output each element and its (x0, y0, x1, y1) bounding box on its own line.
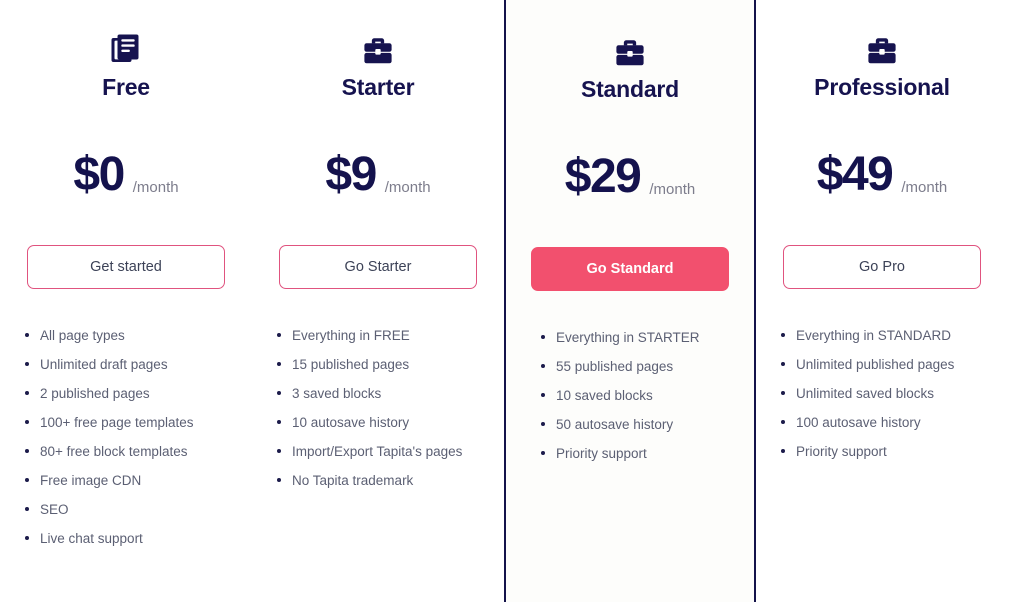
pricing-plan-starter: Starter $9/month Go Starter Everything in F… (252, 0, 504, 602)
feature-list-standard: Everything in STARTER 55 published pages 1… (526, 331, 734, 476)
feature-item: 3 saved blocks (276, 387, 484, 401)
feature-item: Unlimited published pages (780, 358, 988, 372)
plan-name-starter: Starter (341, 74, 415, 100)
feature-item: 55 published pages (540, 360, 734, 374)
price-period-professional: /month (901, 179, 948, 196)
feature-item: Free image CDN (24, 474, 232, 488)
plan-name-standard: Standard (580, 76, 680, 102)
feature-item: Live chat support (24, 532, 232, 546)
feature-item: 10 autosave history (276, 416, 484, 430)
feature-item: 100+ free page templates (24, 416, 232, 430)
price-amount-starter: $9 (325, 148, 377, 201)
pricing-plan-professional: Professional $49/month Go Pro Everything in… (756, 0, 1008, 602)
price-amount-free: $0 (73, 148, 125, 201)
feature-item: Everything in STANDARD (780, 329, 988, 343)
documents-icon (111, 32, 141, 66)
feature-item: 50 autosave history (540, 418, 734, 432)
briefcase-icon (615, 34, 645, 68)
cta-button-free[interactable]: Get started (27, 245, 225, 289)
feature-item: Import/Export Tapita's pages (276, 445, 484, 459)
pricing-table: Free $0/month Get started All page types Unl… (0, 0, 1020, 602)
feature-item: 10 saved blocks (540, 389, 734, 403)
feature-list-starter: Everything in FREE 15 published pages 3 sa… (272, 329, 484, 503)
feature-item: 100 autosave history (780, 416, 988, 430)
feature-item: All page types (24, 329, 232, 343)
plan-price-standard: $29/month (565, 153, 695, 201)
price-period-standard: /month (649, 181, 696, 198)
plan-price-professional: $49/month (817, 151, 947, 199)
feature-item: Everything in FREE (276, 329, 484, 343)
briefcase-icon (363, 32, 393, 66)
cta-button-professional[interactable]: Go Pro (783, 245, 981, 289)
feature-item: Priority support (540, 447, 734, 461)
feature-item: Unlimited draft pages (24, 358, 232, 372)
plan-name-professional: Professional (814, 74, 950, 100)
feature-item: Everything in STARTER (540, 331, 734, 345)
cta-button-standard[interactable]: Go Standard (531, 247, 729, 291)
price-period-starter: /month (384, 179, 431, 196)
price-amount-professional: $49 (816, 148, 894, 201)
cta-button-starter[interactable]: Go Starter (279, 245, 477, 289)
feature-item: 15 published pages (276, 358, 484, 372)
feature-item: SEO (24, 503, 232, 517)
pricing-plan-free: Free $0/month Get started All page types Unl… (0, 0, 252, 602)
plan-name-free: Free (102, 74, 150, 100)
feature-item: 80+ free block templates (24, 445, 232, 459)
plan-price-free: $0/month (73, 151, 178, 199)
feature-item: Priority support (780, 445, 988, 459)
briefcase-icon (867, 32, 897, 66)
pricing-plan-standard: Standard $29/month Go Standard Everything i… (504, 0, 756, 602)
feature-item: No Tapita trademark (276, 474, 484, 488)
feature-list-professional: Everything in STANDARD Unlimited publishe… (776, 329, 988, 474)
price-amount-standard: $29 (564, 150, 642, 203)
feature-item: Unlimited saved blocks (780, 387, 988, 401)
plan-price-starter: $9/month (325, 151, 430, 199)
feature-list-free: All page types Unlimited draft pages 2 pub… (20, 329, 232, 561)
price-period-free: /month (132, 179, 179, 196)
feature-item: 2 published pages (24, 387, 232, 401)
